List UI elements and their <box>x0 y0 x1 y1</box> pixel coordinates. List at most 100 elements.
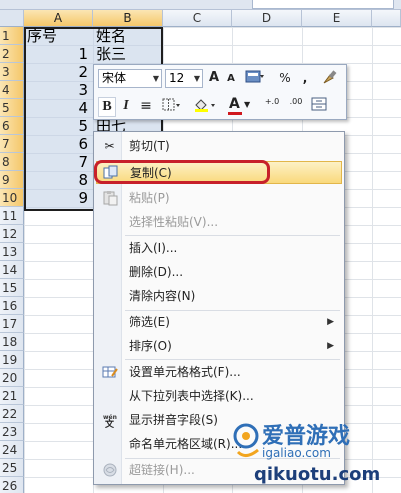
menu-item-paste-special-label: 选择性粘贴(V)... <box>129 215 219 229</box>
menu-item-paste[interactable]: 粘贴(P) <box>96 187 342 210</box>
row-header-19[interactable]: 19 <box>0 351 24 369</box>
row-header-13[interactable]: 13 <box>0 243 24 261</box>
menu-item-format-cells[interactable]: 设置单元格格式(F)... <box>96 361 342 384</box>
brush-icon[interactable] <box>320 69 340 87</box>
menu-item-clear-contents[interactable]: 清除内容(N) <box>96 285 342 308</box>
cell-a6[interactable]: 5 <box>26 117 88 135</box>
menu-item-insert[interactable]: 插入(I)... <box>96 237 342 260</box>
row-header-4[interactable]: 4 <box>0 81 24 99</box>
column-header-d[interactable]: D <box>232 10 302 27</box>
cell-a7[interactable]: 6 <box>26 135 88 153</box>
row-header-8[interactable]: 8 <box>0 153 24 171</box>
chevron-down-icon: ▼ <box>244 100 251 109</box>
watermark-domain: igaliao.com <box>262 446 331 460</box>
row-header-10[interactable]: 10 <box>0 189 24 207</box>
font-color-button[interactable]: A ▼ <box>226 95 252 115</box>
menu-item-pick-from-list[interactable]: 从下拉列表中选择(K)... <box>96 385 342 408</box>
font-size-box[interactable]: 12 ▼ <box>165 69 203 88</box>
svg-text:文: 文 <box>104 418 115 428</box>
scissors-icon: ✂ <box>104 139 115 153</box>
row-header-3[interactable]: 3 <box>0 63 24 81</box>
clipboard-icon <box>101 190 118 207</box>
mini-format-toolbar: 宋体 ▼ 12 ▼ A A % , B I ≡ A ▼ +.0 .00 <box>93 64 347 120</box>
cell-a2[interactable]: 1 <box>26 45 88 63</box>
row-header-17[interactable]: 17 <box>0 315 24 333</box>
menu-item-define-name-label: 命名单元格区域(R)... <box>129 437 243 451</box>
row-header-2[interactable]: 2 <box>0 45 24 63</box>
menu-item-cut[interactable]: ✂ 剪切(T) <box>96 135 342 158</box>
border-icon[interactable] <box>160 97 182 115</box>
row-header-23[interactable]: 23 <box>0 423 24 441</box>
row-header-12[interactable]: 12 <box>0 225 24 243</box>
row-header-15[interactable]: 15 <box>0 279 24 297</box>
comma-button[interactable]: , <box>299 69 311 87</box>
row-header-5[interactable]: 5 <box>0 99 24 117</box>
select-all-corner[interactable] <box>0 10 24 27</box>
column-header-a[interactable]: A <box>24 10 93 27</box>
cell-a10[interactable]: 9 <box>26 189 88 207</box>
font-name-box[interactable]: 宋体 ▼ <box>98 69 162 88</box>
decrease-decimal-button[interactable]: .00 <box>285 97 307 115</box>
menu-item-sort-label: 排序(O) <box>129 339 172 353</box>
watermark-logo: 爱普游戏 igaliao.com qikuotu.com <box>232 414 401 493</box>
row-header-20[interactable]: 20 <box>0 369 24 387</box>
menu-item-show-phonetic-label: 显示拼音字段(S) <box>129 413 218 427</box>
cell-a5[interactable]: 4 <box>26 99 88 117</box>
menu-item-filter[interactable]: 筛选(E) ▶ <box>96 311 342 334</box>
menu-item-insert-label: 插入(I)... <box>129 241 178 255</box>
row-header-9[interactable]: 9 <box>0 171 24 189</box>
cell-b2[interactable]: 张三 <box>96 45 126 63</box>
column-header-e[interactable]: E <box>302 10 372 27</box>
menu-item-paste-special[interactable]: 选择性粘贴(V)... <box>96 211 342 234</box>
cell-a3[interactable]: 2 <box>26 63 88 81</box>
merge-cells-icon[interactable] <box>310 97 328 115</box>
font-color-glyph: A <box>229 96 240 112</box>
phonetic-icon: wén 文 <box>101 412 118 430</box>
cell-a1[interactable]: 序号 <box>27 27 57 45</box>
format-cells-icon <box>101 364 118 381</box>
cell-a9[interactable]: 8 <box>26 171 88 189</box>
increase-decimal-label: +.0 <box>264 97 280 106</box>
menu-item-delete[interactable]: 删除(D)... <box>96 261 342 284</box>
format-painter-icon[interactable] <box>244 69 266 87</box>
submenu-arrow-icon: ▶ <box>327 317 334 327</box>
menu-item-sort[interactable]: 排序(O) ▶ <box>96 335 342 358</box>
font-name-value: 宋体 <box>102 71 127 85</box>
menu-item-filter-label: 筛选(E) <box>129 315 170 329</box>
increase-decimal-button[interactable]: +.0 <box>261 97 283 115</box>
column-header-c[interactable]: C <box>163 10 232 27</box>
row-header-16[interactable]: 16 <box>0 297 24 315</box>
shrink-font-button[interactable]: A <box>224 70 238 88</box>
row-header-25[interactable]: 25 <box>0 459 24 477</box>
menu-item-delete-label: 删除(D)... <box>129 265 184 279</box>
row-header-11[interactable]: 11 <box>0 207 24 225</box>
chevron-down-icon: ▼ <box>152 74 159 83</box>
cell-a4[interactable]: 3 <box>26 81 88 99</box>
row-header-26[interactable]: 26 <box>0 477 24 493</box>
row-header-24[interactable]: 24 <box>0 441 24 459</box>
row-header-1[interactable]: 1 <box>0 27 24 45</box>
cell-b1[interactable]: 姓名 <box>96 27 126 45</box>
formula-bar-input[interactable] <box>252 0 394 9</box>
row-header-22[interactable]: 22 <box>0 405 24 423</box>
row-header-14[interactable]: 14 <box>0 261 24 279</box>
bold-button[interactable]: B <box>98 97 116 117</box>
fill-color-icon[interactable] <box>192 97 218 115</box>
row-header-18[interactable]: 18 <box>0 333 24 351</box>
row-header-7[interactable]: 7 <box>0 135 24 153</box>
row-header-21[interactable]: 21 <box>0 387 24 405</box>
menu-item-paste-label: 粘贴(P) <box>129 191 170 205</box>
menu-item-hyperlink-label: 超链接(H)... <box>129 463 195 477</box>
menu-item-format-cells-label: 设置单元格格式(F)... <box>129 365 241 379</box>
italic-button[interactable]: I <box>118 97 134 115</box>
watermark-url: qikuotu.com <box>254 464 381 485</box>
grow-font-button[interactable]: A <box>206 69 222 87</box>
cell-a8[interactable]: 7 <box>26 153 88 171</box>
copy-highlight-annotation <box>94 160 270 184</box>
center-align-button[interactable]: ≡ <box>138 97 154 115</box>
row-header-6[interactable]: 6 <box>0 117 24 135</box>
menu-item-pick-from-list-label: 从下拉列表中选择(K)... <box>129 389 254 403</box>
percent-button[interactable]: % <box>278 69 292 87</box>
column-header-f[interactable] <box>372 10 401 27</box>
column-header-b[interactable]: B <box>93 10 163 27</box>
